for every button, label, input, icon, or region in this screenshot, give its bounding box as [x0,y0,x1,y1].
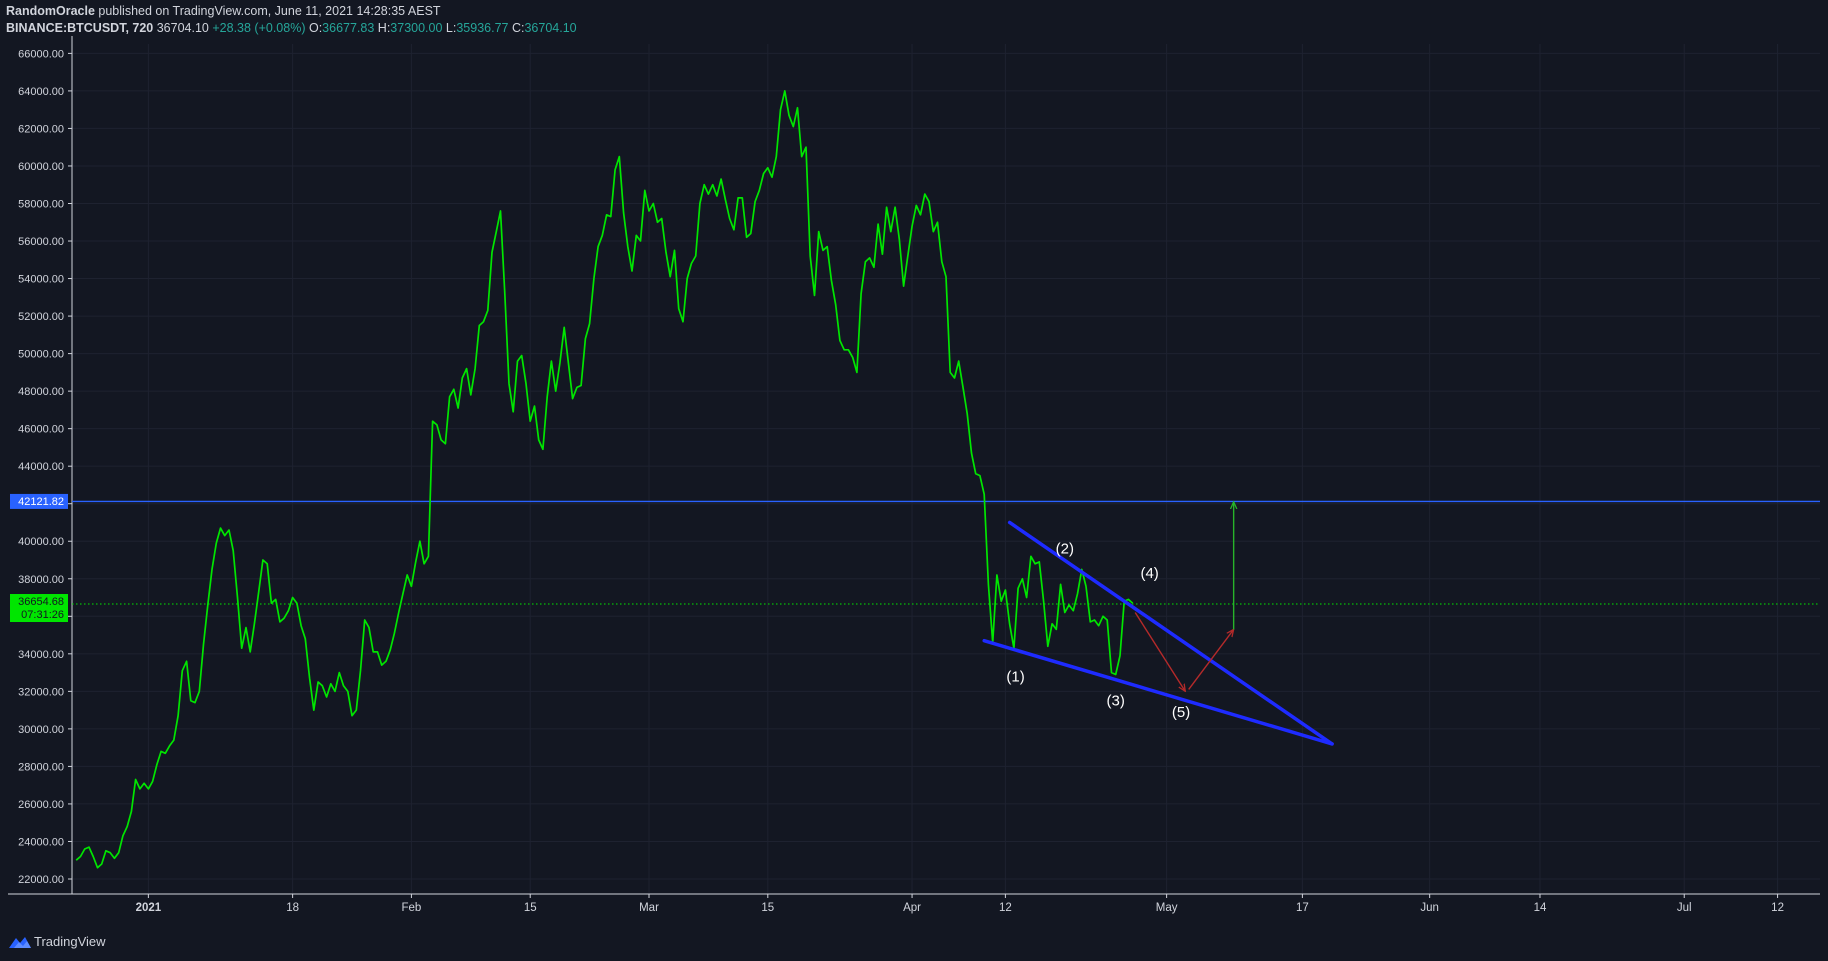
time-axis[interactable]: 2021 18 Feb 15 Mar 15 Apr 12 May 17 Jun 14 Jul 12 [8,893,1820,914]
time-tick-label: 17 [1296,902,1309,914]
price-tick-label: 58000.00 [18,198,64,210]
price-tick-label: 28000.00 [18,761,64,773]
time-tick-label: 15 [761,902,774,914]
time-tick-label: 14 [1534,902,1547,914]
time-tick-label: 2021 [136,902,162,914]
tradingview-logo-icon[interactable] [8,935,32,949]
time-tick-label: Feb [402,902,422,914]
price-tick-label: 60000.00 [18,161,64,173]
price-tick-label: 64000.00 [18,86,64,98]
price-tick-label: 44000.00 [18,461,64,473]
time-tick-label: Apr [903,902,921,914]
current-price-tag-label: 36654.68 [18,596,64,608]
tradingview-brand[interactable]: TradingView [34,934,106,949]
elliott-wave-label[interactable]: (5) [1172,704,1190,721]
price-tick-label: 32000.00 [18,686,64,698]
price-tick-label: 48000.00 [18,386,64,398]
time-tick-label: 15 [524,902,537,914]
price-tick-label: 66000.00 [18,48,64,60]
price-tick-label: 30000.00 [18,724,64,736]
price-tick-label: 24000.00 [18,836,64,848]
price-chart[interactable]: 22000.00 24000.00 26000.00 28000.00 30000.00… [0,0,1828,925]
price-tick-label: 54000.00 [18,274,64,286]
elliott-wave-label[interactable]: (2) [1056,541,1074,558]
time-tick-label: 12 [999,902,1012,914]
time-tick-label: May [1156,902,1178,914]
price-tick-label: 40000.00 [18,536,64,548]
resistance-price-tag-label: 42121.82 [18,496,64,508]
price-tick-label: 22000.00 [18,874,64,886]
footer [0,925,1828,961]
elliott-wave-label[interactable]: (1) [1006,668,1024,685]
price-tick-label: 50000.00 [18,349,64,361]
time-tick-label: 12 [1771,902,1784,914]
bar-countdown-label: 07:31:26 [21,609,64,621]
time-tick-label: Mar [639,902,659,914]
price-axis[interactable]: 22000.00 24000.00 26000.00 28000.00 30000.00… [18,36,73,894]
price-tick-label: 62000.00 [18,123,64,135]
price-tick-label: 26000.00 [18,799,64,811]
elliott-wave-label[interactable]: (3) [1107,693,1125,710]
price-tick-label: 38000.00 [18,574,64,586]
price-tick-label: 52000.00 [18,311,64,323]
price-tick-label: 34000.00 [18,649,64,661]
elliott-wave-label[interactable]: (4) [1140,565,1158,582]
time-tick-label: Jul [1677,902,1692,914]
price-tick-label: 56000.00 [18,236,64,248]
time-tick-label: 18 [286,902,299,914]
time-tick-label: Jun [1420,902,1439,914]
price-tick-label: 46000.00 [18,424,64,436]
